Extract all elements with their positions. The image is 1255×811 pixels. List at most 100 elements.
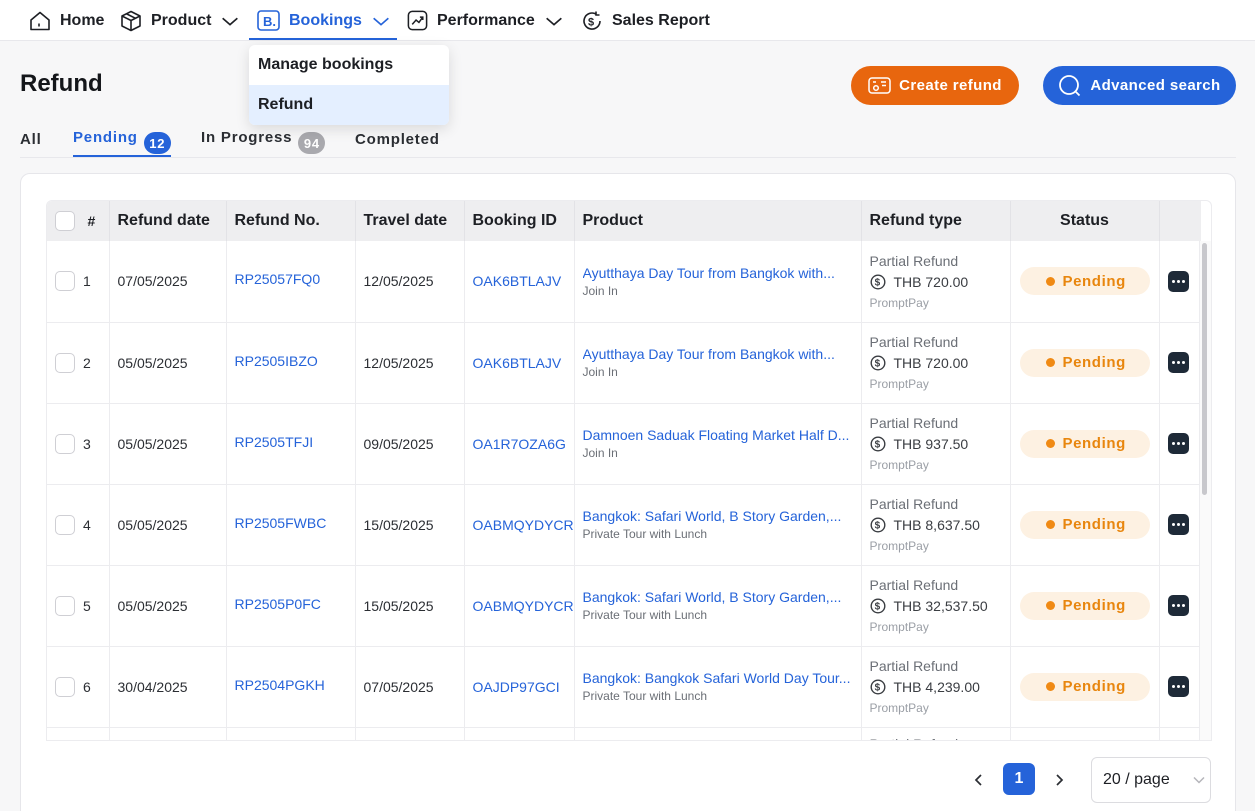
product-link[interactable]: Ayutthaya Day Tour from Bangkok with... (583, 346, 861, 362)
chevron-down-icon (373, 17, 389, 26)
next-page-button[interactable] (1050, 770, 1068, 790)
current-page-button[interactable]: 1 (1003, 763, 1035, 795)
header-refund-type[interactable]: Refund type (861, 201, 1011, 241)
product-option: Private Tour with Lunch (582, 689, 708, 703)
product-link[interactable]: Damnoen Saduak Floating Market Half D... (583, 427, 861, 443)
cell-refund-date: 30/04/2025 (109, 646, 227, 728)
table-row[interactable]: 5 05/05/2025 RP2505P0FC 15/05/2025 OABMQYDYC… (47, 565, 1201, 647)
nav-home[interactable]: Home (28, 0, 104, 41)
menu-item-refund[interactable]: Refund (249, 85, 449, 125)
nav-bookings[interactable]: B. Bookings (256, 0, 392, 41)
cell-booking-id: OAK6BTLAJV (464, 322, 575, 404)
refund-amount-value: THB 937.50 (893, 436, 969, 452)
booking-id-link[interactable]: OABMQYDYCR (473, 517, 574, 533)
nav-sales-report[interactable]: $ Sales Report (580, 0, 710, 41)
header-actions (1159, 201, 1201, 241)
booking-id-link[interactable]: OAK6BTLAJV (473, 273, 562, 289)
status-badge: Pending (1019, 348, 1150, 377)
tab-in-progress[interactable]: In Progress 94 (201, 126, 326, 157)
table-row[interactable]: 3 05/05/2025 RP2505TFJI 09/05/2025 OA1R7OZA6… (47, 403, 1201, 485)
svg-text:B.: B. (263, 14, 276, 29)
cell-refund-no: RP2505FWBC (226, 484, 356, 566)
product-link[interactable]: Ayutthaya Day Tour from Bangkok with... (583, 265, 861, 281)
advanced-search-button[interactable]: Advanced search (1043, 66, 1236, 105)
chevron-down-icon (222, 17, 239, 26)
tab-completed-label: Completed (355, 131, 440, 148)
refund-number-link[interactable]: RP2505P0FC (235, 596, 321, 612)
nav-product[interactable]: Product (119, 0, 241, 41)
booking-id-link[interactable]: OAK6BTLAJV (473, 355, 562, 371)
more-actions-button[interactable] (1167, 433, 1189, 454)
tab-pending-label: Pending (73, 129, 138, 146)
more-actions-button[interactable] (1167, 676, 1189, 697)
cell-refund-type: Partial Refund $ THB 720.00 PromptPay (861, 322, 1011, 404)
header-booking-id[interactable]: Booking ID (464, 201, 575, 241)
svg-text:$: $ (874, 440, 880, 451)
header-status[interactable]: Status (1010, 201, 1160, 241)
refund-amount-value: THB 4,239.00 (893, 679, 980, 695)
row-checkbox[interactable] (55, 514, 75, 535)
table-row[interactable]: 2 05/05/2025 RP2505IBZO 12/05/2025 OAK6BTLAJ… (47, 322, 1201, 404)
header-product[interactable]: Product (574, 201, 862, 241)
cell-refund-no: RP2505P0FC (226, 565, 356, 647)
refund-number-link[interactable]: RP2505IBZO (235, 353, 318, 369)
table-row[interactable]: 6 30/04/2025 RP2504PGKH 07/05/2025 OAJDP97GC… (47, 646, 1201, 728)
booking-id-link[interactable]: OAJDP97GCI (473, 679, 560, 695)
cell-travel-date: 12/05/2025 (355, 322, 465, 404)
product-link[interactable]: Bangkok: Safari World, B Story Garden,..… (583, 589, 861, 605)
row-checkbox[interactable] (55, 433, 75, 454)
tab-all[interactable]: All (20, 126, 42, 157)
tab-pending[interactable]: Pending 12 (73, 126, 171, 157)
table-scrollbar-thumb[interactable] (1202, 243, 1207, 495)
previous-page-button[interactable] (970, 770, 988, 790)
refund-amount: $ THB 937.50 (869, 436, 1010, 452)
header-travel-date[interactable]: Travel date (355, 201, 465, 241)
svg-text:$: $ (874, 602, 880, 613)
status-label: Pending (1062, 597, 1126, 614)
table-row[interactable]: 1 07/05/2025 RP25057FQ0 12/05/2025 OAK6BTLAJ… (47, 241, 1201, 323)
menu-item-manage-bookings[interactable]: Manage bookings (249, 45, 449, 85)
cell-select: 3 (47, 403, 110, 485)
more-actions-button[interactable] (1167, 270, 1189, 292)
create-refund-button[interactable]: Create refund (851, 66, 1019, 105)
refund-amount: $ THB 720.00 (869, 273, 1010, 290)
cell-product: Bangkok: Safari World, B Story Garden,..… (574, 565, 862, 647)
refund-number-link[interactable]: RP2505FWBC (235, 515, 327, 531)
trend-icon (407, 10, 428, 31)
row-number: 5 (83, 597, 91, 614)
cell-refund-type: Partial Refund (861, 727, 1011, 740)
refund-number-link[interactable]: RP2505TFJI (235, 434, 314, 450)
header-refund-date[interactable]: Refund date (109, 201, 227, 241)
booking-id-link[interactable]: OABMQYDYCR (473, 598, 574, 614)
status-label: Pending (1062, 354, 1126, 371)
more-actions-button[interactable] (1167, 352, 1189, 373)
page-size-select[interactable]: 20 / page (1091, 757, 1211, 803)
product-link[interactable]: Bangkok: Bangkok Safari World Day Tour..… (583, 670, 861, 686)
nav-performance[interactable]: Performance (406, 0, 565, 41)
booking-id-link[interactable]: OA1R7OZA6G (473, 436, 566, 452)
row-checkbox[interactable] (55, 676, 75, 697)
row-checkbox[interactable] (55, 595, 75, 616)
cell-travel-date: 09/05/2025 (355, 403, 465, 485)
create-refund-label: Create refund (899, 77, 1002, 94)
header-refund-no[interactable]: Refund No. (226, 201, 356, 241)
table-row[interactable]: 4 05/05/2025 RP2505FWBC 15/05/2025 OABMQYDYC… (47, 484, 1201, 566)
cell-status: Pending (1010, 646, 1160, 728)
select-all-checkbox[interactable] (55, 211, 75, 231)
more-actions-button[interactable] (1167, 514, 1189, 535)
refund-number-link[interactable]: RP25057FQ0 (235, 271, 321, 287)
cell-actions (1159, 565, 1201, 647)
row-checkbox[interactable] (55, 271, 75, 292)
top-navigation: Home Product B. Bookings Performance $ S… (0, 0, 1255, 41)
refund-type-text: Partial Refund (869, 415, 959, 431)
cell-refund-no: RP2505TFJI (226, 403, 356, 485)
row-checkbox[interactable] (55, 352, 75, 373)
row-number: 6 (83, 678, 91, 695)
refund-amount-value: THB 720.00 (893, 273, 969, 290)
table-row[interactable]: Partial Refund (47, 727, 1201, 740)
refund-number-link[interactable]: RP2504PGKH (235, 677, 325, 693)
product-link[interactable]: Bangkok: Safari World, B Story Garden,..… (583, 508, 861, 524)
more-actions-button[interactable] (1167, 595, 1189, 616)
tab-completed[interactable]: Completed (355, 126, 440, 157)
status-dot (1045, 682, 1055, 691)
